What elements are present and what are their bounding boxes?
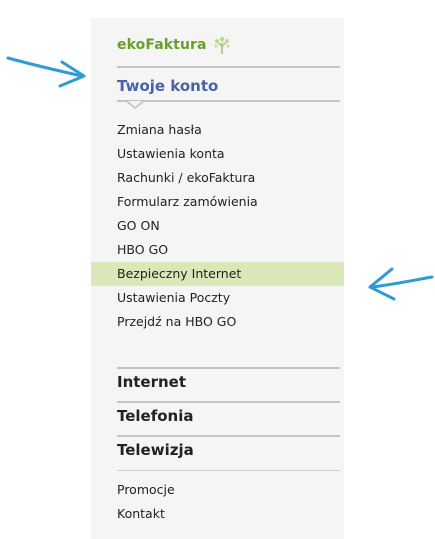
section-telefonia[interactable]: Telefonia (117, 407, 194, 425)
ekofaktura-label: ekoFaktura (117, 37, 207, 53)
menu-item-mail-settings[interactable]: Ustawienia Poczty (91, 286, 344, 310)
menu-item-password-change[interactable]: Zmiana hasła (91, 118, 344, 142)
divider (117, 367, 340, 369)
menu-item-safe-internet[interactable]: Bezpieczny Internet (91, 262, 344, 286)
ekofaktura-link[interactable]: ekoFaktura (117, 35, 231, 55)
divider (117, 401, 340, 403)
menu-item-switch-hbo-go[interactable]: Przejdź na HBO GO (91, 310, 344, 334)
annotation-arrow-right (368, 267, 434, 301)
divider (117, 100, 340, 102)
divider (117, 435, 340, 437)
menu-item-hbo-go[interactable]: HBO GO (91, 238, 344, 262)
menu-item-bills[interactable]: Rachunki / ekoFaktura (91, 166, 344, 190)
divider (117, 470, 340, 471)
link-promocje[interactable]: Promocje (91, 478, 344, 502)
footer-links: Promocje Kontakt (91, 478, 344, 526)
account-submenu: Zmiana hasła Ustawienia konta Rachunki /… (91, 118, 344, 334)
annotation-arrow-left (6, 56, 86, 88)
section-internet[interactable]: Internet (117, 373, 186, 391)
menu-pointer (126, 101, 144, 109)
menu-item-account-settings[interactable]: Ustawienia konta (91, 142, 344, 166)
divider (117, 66, 340, 68)
account-heading[interactable]: Twoje konto (117, 77, 218, 95)
menu-item-order-form[interactable]: Formularz zamówienia (91, 190, 344, 214)
link-kontakt[interactable]: Kontakt (91, 502, 344, 526)
menu-item-go-on[interactable]: GO ON (91, 214, 344, 238)
section-telewizja[interactable]: Telewizja (117, 441, 194, 459)
tree-icon (213, 36, 230, 54)
